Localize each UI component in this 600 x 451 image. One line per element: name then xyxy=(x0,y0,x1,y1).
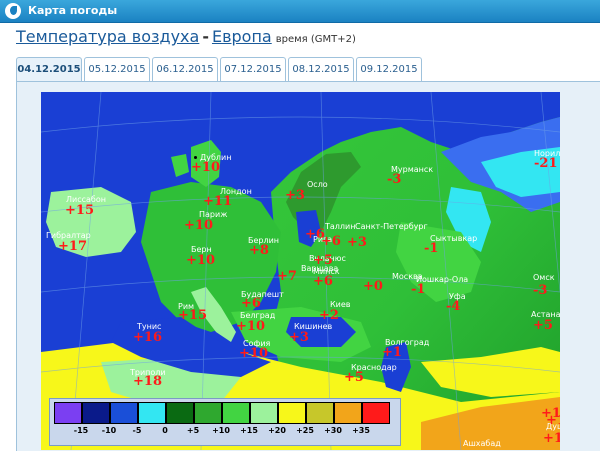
legend-label: +35 xyxy=(352,426,370,435)
city-temperature: +15 xyxy=(65,203,94,218)
city-temperature: +10 xyxy=(191,160,220,175)
city-temperature: +10 xyxy=(236,319,265,334)
city-temperature: +10 xyxy=(186,253,215,268)
tab-date[interactable]: 07.12.2015 xyxy=(220,57,286,81)
city-temperature: -4 xyxy=(446,299,461,314)
header-title: Карта погоды xyxy=(28,4,118,17)
city-temperature: -3 xyxy=(533,283,548,298)
legend-label: +10 xyxy=(212,426,230,435)
city-temperature: +0 xyxy=(363,279,383,294)
legend-swatch xyxy=(82,402,110,424)
legend-label: -10 xyxy=(101,426,117,435)
legend-label: +30 xyxy=(324,426,342,435)
city-temperature: +6 xyxy=(241,296,261,311)
city-temperature: +1 xyxy=(382,345,402,360)
legend-swatch xyxy=(362,402,390,424)
tab-date[interactable]: 06.12.2015 xyxy=(152,57,218,81)
city-temperature: +2 xyxy=(319,308,339,323)
city-temperature: +16 xyxy=(133,330,162,345)
legend-label: +5 xyxy=(186,426,200,435)
region-link[interactable]: Европа xyxy=(212,27,272,46)
legend-label: +25 xyxy=(296,426,314,435)
legend-swatch xyxy=(222,402,250,424)
city-temperature: +6 xyxy=(321,234,341,249)
legend-label: -15 xyxy=(73,426,89,435)
city-temperature: +1 xyxy=(543,431,560,446)
city-temperature: +3 xyxy=(285,188,305,203)
city-temperature: +7 xyxy=(277,269,297,284)
legend-label: -5 xyxy=(132,426,142,435)
city-label: Санкт-Петербург xyxy=(355,222,428,231)
legend-swatch xyxy=(334,402,362,424)
temperature-legend: -15 -10 -5 0 +5 +10 +15 +20 +25 +30 +35 xyxy=(49,398,401,446)
legend-swatch xyxy=(110,402,138,424)
legend-swatch xyxy=(278,402,306,424)
weather-logo-icon xyxy=(5,3,21,19)
city-temperature: +10 xyxy=(184,218,213,233)
city-temperature: +10 xyxy=(239,346,268,361)
city-label: Ашхабад xyxy=(463,439,501,448)
legend-swatch xyxy=(138,402,166,424)
city-label: Осло xyxy=(307,180,328,189)
city-temperature: +3 xyxy=(347,235,367,250)
header-bar: Карта погоды xyxy=(0,0,600,23)
tab-date[interactable]: 09.12.2015 xyxy=(356,57,422,81)
page-title: Температура воздуха - Европа время (GMT+2) xyxy=(16,27,356,46)
city-temperature: +1 xyxy=(546,413,560,428)
city-label: Таллин xyxy=(325,222,356,231)
city-dot xyxy=(194,156,197,159)
city-temperature: +5 xyxy=(533,318,553,333)
legend-swatch xyxy=(166,402,194,424)
legend-label: 0 xyxy=(162,426,168,435)
temperature-map: Дублин +10 Лиссабон +15 Лондон +11 Осло … xyxy=(41,92,560,450)
city-temperature: -1 xyxy=(424,241,439,256)
legend-label: +20 xyxy=(268,426,286,435)
city-temperature: -21 xyxy=(534,156,558,171)
city-temperature: +17 xyxy=(58,239,87,254)
city-temperature: +3 xyxy=(289,330,309,345)
city-label: Омск xyxy=(533,273,555,282)
legend-swatch xyxy=(54,402,82,424)
tab-date[interactable]: 05.12.2015 xyxy=(84,57,150,81)
city-temperature: +15 xyxy=(178,308,207,323)
city-temperature: -3 xyxy=(387,172,402,187)
city-temperature: +8 xyxy=(249,243,269,258)
legend-swatch xyxy=(306,402,334,424)
legend-swatch xyxy=(250,402,278,424)
temperature-link[interactable]: Температура воздуха xyxy=(16,27,199,46)
city-temperature: +6 xyxy=(313,274,333,289)
city-temperature: +11 xyxy=(203,194,232,209)
city-temperature: +5 xyxy=(344,370,364,385)
city-temperature: -1 xyxy=(411,282,426,297)
legend-swatch xyxy=(194,402,222,424)
tab-date[interactable]: 04.12.2015 xyxy=(16,57,82,82)
legend-label: +15 xyxy=(240,426,258,435)
time-zone-note: время (GMT+2) xyxy=(275,34,356,45)
title-separator: - xyxy=(202,27,209,46)
tab-date[interactable]: 08.12.2015 xyxy=(288,57,354,81)
city-temperature: +18 xyxy=(133,374,162,389)
